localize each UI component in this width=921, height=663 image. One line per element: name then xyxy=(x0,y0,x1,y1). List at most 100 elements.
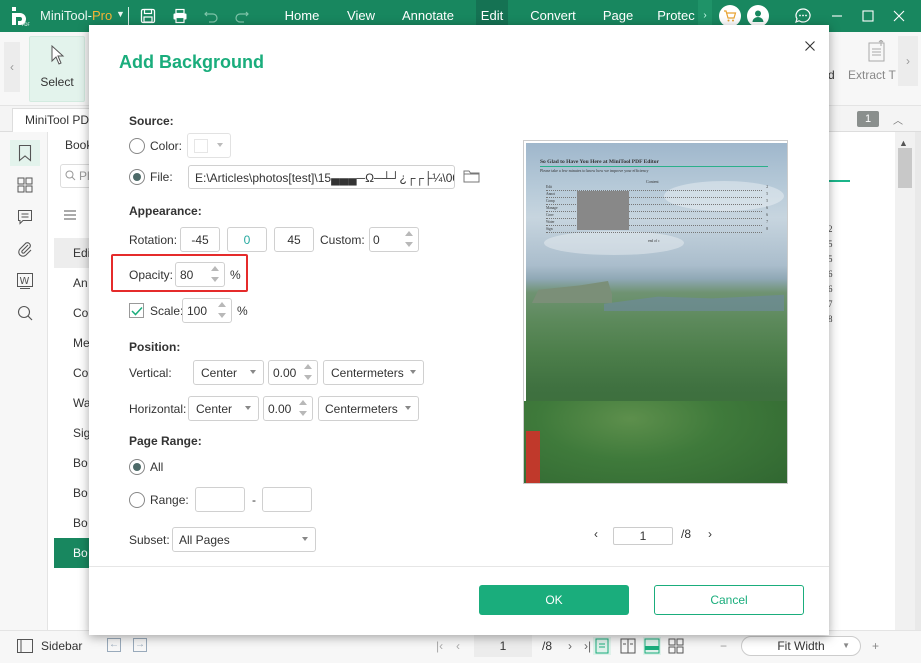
subset-label: Subset: xyxy=(129,533,170,547)
custom-rotation-stepper[interactable]: 0 xyxy=(369,227,419,252)
attachment-icon[interactable] xyxy=(10,236,40,262)
chevron-down-icon xyxy=(405,406,411,410)
horizontal-offset-value: 0.00 xyxy=(268,402,292,416)
folder-icon[interactable] xyxy=(463,169,480,186)
two-page-view-icon[interactable] xyxy=(619,637,637,655)
word-icon[interactable]: W xyxy=(10,268,40,294)
ribbon-scroll-right[interactable]: › xyxy=(898,36,918,86)
range-to-input[interactable] xyxy=(262,487,312,512)
app-name: MiniTool-Pro xyxy=(40,8,113,23)
prev-page-icon[interactable]: ‹ xyxy=(456,639,460,653)
file-label: File: xyxy=(150,170,173,184)
account-icon[interactable] xyxy=(747,5,769,27)
undo-icon[interactable] xyxy=(201,6,221,26)
vertical-align-select[interactable]: Center xyxy=(193,360,264,385)
forward-arrow-icon[interactable]: → xyxy=(133,638,147,652)
close-icon[interactable] xyxy=(801,37,819,55)
redo-icon[interactable] xyxy=(232,6,252,26)
maximize-icon[interactable] xyxy=(851,0,885,32)
preview-heading: So Glad to Have You Here at MiniTool PDF… xyxy=(540,159,659,165)
file-radio[interactable] xyxy=(129,169,145,185)
page-number-input[interactable]: 1 xyxy=(474,635,532,657)
vertical-unit-select[interactable]: Centermeters xyxy=(323,360,424,385)
custom-rotation-value: 0 xyxy=(373,233,380,247)
range-from-input[interactable] xyxy=(195,487,245,512)
subset-select[interactable]: All Pages xyxy=(172,527,316,552)
cancel-button[interactable]: Cancel xyxy=(654,585,804,615)
extract-text-button[interactable]: Extract T xyxy=(848,36,898,102)
scale-value: 100 xyxy=(187,304,208,318)
spinner-arrows-icon[interactable] xyxy=(218,302,226,318)
preview-prev-page[interactable]: ‹ xyxy=(594,527,598,541)
single-page-view-icon[interactable] xyxy=(593,637,611,655)
bookmark-icon[interactable] xyxy=(10,140,40,166)
dialog-title: Add Background xyxy=(119,52,265,72)
all-pages-radio[interactable] xyxy=(129,459,145,475)
scale-unit: % xyxy=(237,304,248,318)
search-icon[interactable] xyxy=(10,300,40,326)
two-page-continuous-icon[interactable] xyxy=(667,637,685,655)
save-icon[interactable] xyxy=(138,6,158,26)
ribbon-partial-label: d xyxy=(828,68,835,82)
app-menu-dropdown[interactable]: ▼ xyxy=(116,9,125,19)
spinner-arrows-icon[interactable] xyxy=(405,231,413,247)
next-page-icon[interactable]: › xyxy=(568,639,572,653)
color-radio[interactable] xyxy=(129,138,145,154)
horizontal-align-select[interactable]: Center xyxy=(188,396,259,421)
scroll-up-icon[interactable]: ▲ xyxy=(899,138,908,148)
thumbnails-icon[interactable] xyxy=(10,172,40,198)
document-page: 2 5 5 6 6 7 8 xyxy=(828,132,902,630)
range-radio[interactable] xyxy=(129,492,145,508)
window-close-icon[interactable] xyxy=(882,0,916,32)
select-tool-button[interactable]: Select xyxy=(29,36,85,102)
rotation-label: Rotation: xyxy=(129,233,178,247)
opacity-stepper[interactable]: 80 xyxy=(175,262,225,287)
zoom-in-icon[interactable]: + xyxy=(872,639,879,653)
range-dash: - xyxy=(252,493,256,507)
preview-page-input[interactable]: 1 xyxy=(613,527,673,545)
vertical-offset-stepper[interactable]: 0.00 xyxy=(268,360,318,385)
sidebar-toggle-icon[interactable] xyxy=(17,639,33,656)
spinner-arrows-icon[interactable] xyxy=(299,400,307,416)
preview-content-title: Content xyxy=(646,179,659,184)
preview-subtitle: Please take a few minutes to know how we… xyxy=(540,168,649,173)
sidebar-toggle-label[interactable]: Sidebar xyxy=(41,639,82,653)
print-icon[interactable] xyxy=(170,6,190,26)
scrollbar-thumb[interactable] xyxy=(898,148,912,188)
first-page-icon[interactable]: |‹ xyxy=(436,639,443,653)
rotation-0-button[interactable]: 0 xyxy=(227,227,267,252)
rotation-minus45-button[interactable]: -45 xyxy=(180,227,220,252)
preview-document-text: So Glad to Have You Here at MiniTool PDF… xyxy=(540,159,770,243)
last-page-icon[interactable]: ›| xyxy=(584,639,591,653)
dialog-footer-divider xyxy=(89,566,829,567)
zoom-mode-select[interactable]: Fit Width ▼ xyxy=(741,636,861,656)
custom-rotation-label: Custom: xyxy=(320,233,365,247)
scale-stepper[interactable]: 100 xyxy=(182,298,232,323)
ribbon-scroll-left[interactable]: ‹ xyxy=(4,42,20,92)
horizontal-offset-stepper[interactable]: 0.00 xyxy=(263,396,313,421)
scale-checkbox[interactable] xyxy=(129,303,144,318)
vertical-label: Vertical: xyxy=(129,366,172,380)
bookmark-menu-icon[interactable] xyxy=(64,209,76,223)
collapse-ribbon-icon[interactable]: ︿ xyxy=(893,112,903,127)
vertical-scrollbar[interactable]: ▲ xyxy=(895,132,915,630)
comments-icon[interactable] xyxy=(10,204,40,230)
all-pages-label: All xyxy=(150,460,164,474)
spinner-arrows-icon[interactable] xyxy=(304,364,312,380)
file-path-input[interactable]: E:\Articles\photos[test]\15▄▄▄─Ω─┴┘¿┌┌├¼… xyxy=(188,165,455,189)
cart-icon[interactable] xyxy=(719,5,741,27)
color-picker[interactable] xyxy=(187,133,231,158)
continuous-view-icon[interactable] xyxy=(643,637,661,655)
spinner-arrows-icon[interactable] xyxy=(211,266,219,282)
ok-button[interactable]: OK xyxy=(479,585,629,615)
color-label: Color: xyxy=(150,139,183,153)
document-tab[interactable]: MiniTool PD xyxy=(12,108,92,132)
zoom-out-icon[interactable]: − xyxy=(720,639,727,653)
rotation-45-button[interactable]: 45 xyxy=(274,227,314,252)
horizontal-unit-select[interactable]: Centermeters xyxy=(318,396,419,421)
total-pages: /8 xyxy=(542,639,553,653)
chevron-down-icon xyxy=(217,143,223,147)
back-arrow-icon[interactable]: ← xyxy=(107,638,121,652)
preview-next-page[interactable]: › xyxy=(708,527,712,541)
extract-text-icon xyxy=(868,39,886,65)
